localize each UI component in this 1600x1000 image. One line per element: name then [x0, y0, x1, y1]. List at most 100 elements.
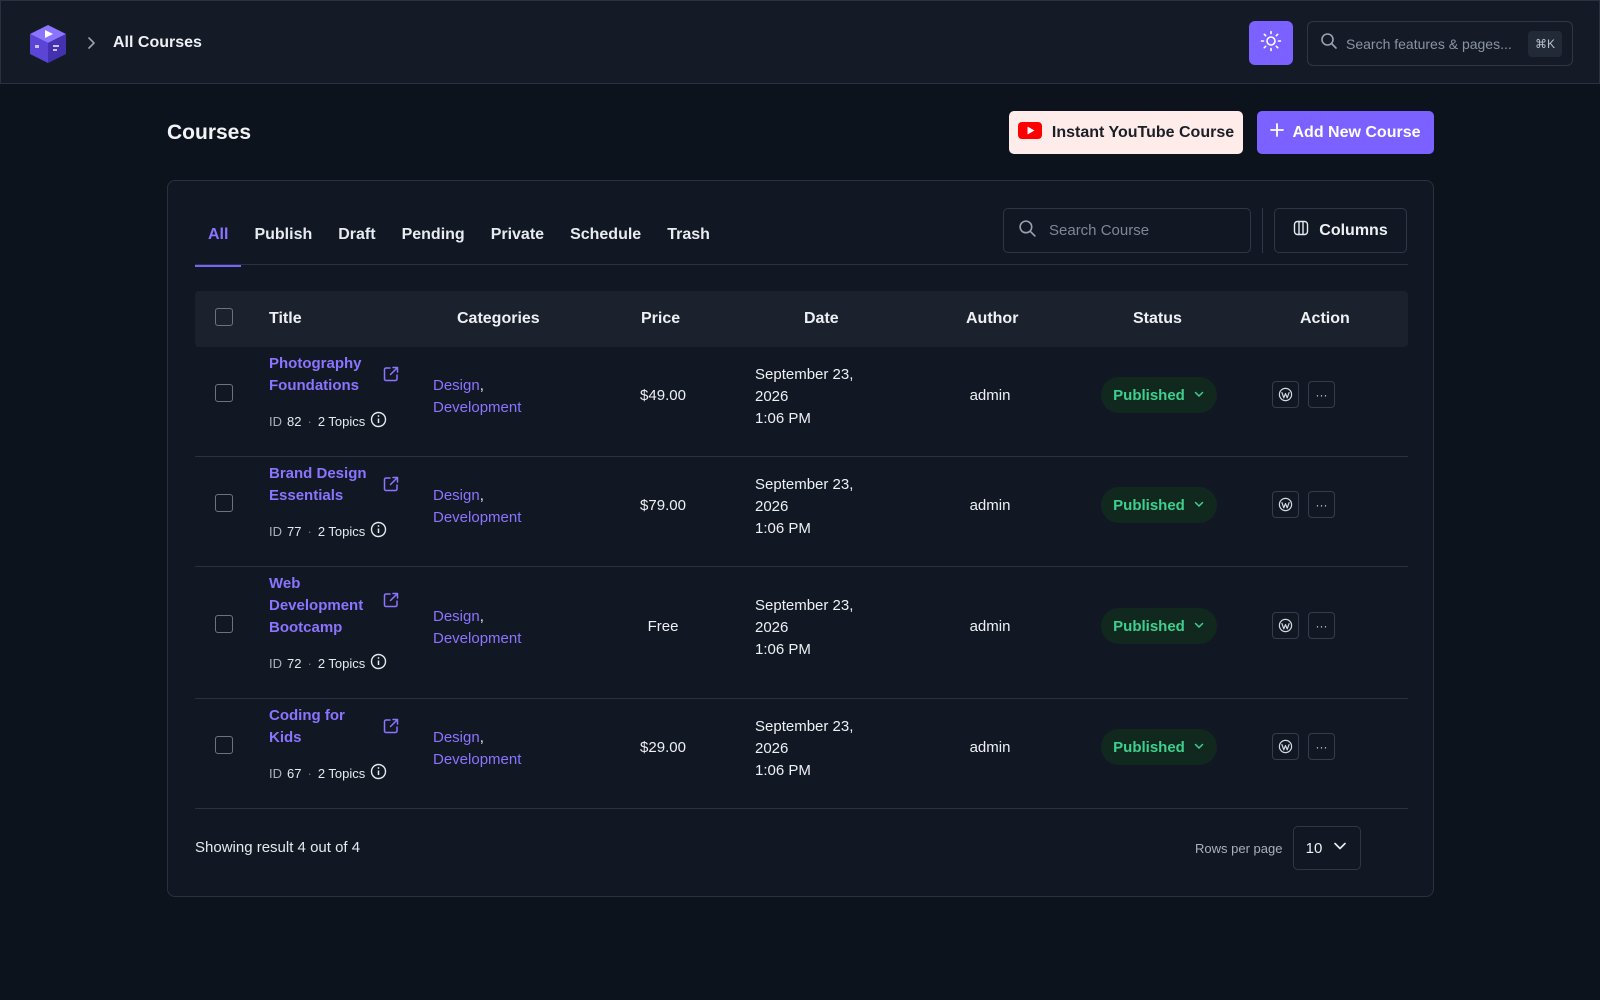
- date-line: September 23,: [755, 597, 854, 614]
- theme-toggle-button[interactable]: [1249, 21, 1293, 65]
- course-categories: Design, Development: [433, 377, 522, 416]
- meta-separator: ·: [307, 655, 312, 671]
- status-label: Published: [1113, 386, 1185, 404]
- more-options-button[interactable]: ···: [1308, 491, 1335, 518]
- status-label: Published: [1113, 617, 1185, 635]
- course-title-line: Bootcamp: [269, 619, 343, 636]
- info-icon[interactable]: [370, 411, 387, 431]
- category-link[interactable]: Development: [433, 509, 521, 526]
- external-link-icon[interactable]: [382, 365, 400, 383]
- date-line: 1:06 PM: [755, 762, 811, 779]
- search-icon: [1018, 219, 1037, 243]
- course-title-line: Brand Design: [269, 465, 367, 482]
- rows-per-page-select[interactable]: 10: [1293, 826, 1361, 870]
- date-line: September 23,: [755, 718, 854, 735]
- row-checkbox[interactable]: [215, 615, 233, 633]
- course-categories: Design, Development: [433, 729, 522, 768]
- course-author: admin: [969, 497, 1011, 514]
- status-label: Published: [1113, 738, 1185, 756]
- chevron-down-icon: [1332, 838, 1348, 858]
- course-title-link[interactable]: Brand Design Essentials: [269, 463, 379, 507]
- wordpress-icon[interactable]: [1272, 612, 1299, 639]
- course-price: $79.00: [640, 497, 686, 514]
- id-label: ID: [269, 523, 282, 539]
- wordpress-icon[interactable]: [1272, 491, 1299, 518]
- course-author: admin: [969, 739, 1011, 756]
- external-link-icon[interactable]: [382, 717, 400, 735]
- date-line: September 23,: [755, 366, 854, 383]
- course-title-line: Development: [269, 597, 364, 614]
- courses-card: All Publish Draft Pending Private Schedu…: [167, 180, 1434, 897]
- info-icon[interactable]: [370, 521, 387, 541]
- meta-separator: ·: [307, 413, 312, 429]
- sun-icon: [1260, 30, 1282, 57]
- category-link[interactable]: Design: [433, 487, 480, 504]
- course-search-placeholder: Search Course: [1049, 222, 1150, 239]
- course-id: 72: [287, 655, 302, 671]
- row-checkbox[interactable]: [215, 494, 233, 512]
- external-link-icon[interactable]: [382, 475, 400, 493]
- global-search-input[interactable]: Search features & pages... ⌘K: [1307, 21, 1573, 66]
- course-title-link[interactable]: Web Development Bootcamp: [269, 573, 379, 639]
- header-date[interactable]: Date: [804, 310, 839, 328]
- table-row: Web Development Bootcamp ID 72 · 2 Topic…: [195, 567, 1408, 699]
- date-line: 1:06 PM: [755, 641, 811, 658]
- add-new-course-button[interactable]: Add New Course: [1257, 111, 1434, 154]
- tab-private[interactable]: Private: [478, 225, 557, 265]
- instant-youtube-course-button[interactable]: Instant YouTube Course: [1009, 111, 1243, 154]
- status-dropdown[interactable]: Published: [1101, 487, 1217, 523]
- row-checkbox[interactable]: [215, 384, 233, 402]
- course-title-link[interactable]: Coding for Kids: [269, 705, 379, 749]
- more-options-button[interactable]: ···: [1308, 733, 1335, 760]
- header-title[interactable]: Title: [269, 310, 302, 328]
- category-link[interactable]: Design: [433, 608, 480, 625]
- course-categories: Design, Development: [433, 487, 522, 526]
- tab-trash[interactable]: Trash: [654, 225, 723, 265]
- tab-pending[interactable]: Pending: [389, 225, 478, 265]
- top-bar: All Courses Search features & pages... ⌘…: [0, 0, 1600, 84]
- category-link[interactable]: Development: [433, 630, 521, 647]
- topics-count: 2 Topics: [317, 655, 366, 671]
- app-logo-icon[interactable]: [27, 23, 69, 65]
- table-header: Title Categories Price Date Author Statu…: [195, 291, 1408, 347]
- wordpress-icon[interactable]: [1272, 733, 1299, 760]
- course-title-line: Kids: [269, 729, 302, 746]
- category-link[interactable]: Development: [433, 751, 521, 768]
- topics-count: 2 Topics: [317, 413, 366, 429]
- tab-all[interactable]: All: [195, 225, 242, 267]
- id-label: ID: [269, 655, 282, 671]
- header-price[interactable]: Price: [641, 310, 680, 328]
- results-summary: Showing result 4 out of 4: [195, 839, 361, 856]
- status-dropdown[interactable]: Published: [1101, 608, 1217, 644]
- wordpress-icon[interactable]: [1272, 381, 1299, 408]
- date-line: 2026: [755, 498, 789, 515]
- course-author: admin: [969, 618, 1011, 635]
- add-new-course-label: Add New Course: [1292, 123, 1421, 141]
- category-link[interactable]: Development: [433, 399, 521, 416]
- row-checkbox[interactable]: [215, 736, 233, 754]
- columns-button[interactable]: Columns: [1274, 208, 1407, 253]
- course-search-input[interactable]: Search Course: [1003, 208, 1251, 253]
- info-icon[interactable]: [370, 653, 387, 673]
- more-options-button[interactable]: ···: [1308, 612, 1335, 639]
- status-dropdown[interactable]: Published: [1101, 377, 1217, 413]
- course-title-link[interactable]: Photography Foundations: [269, 353, 379, 397]
- search-shortcut-badge: ⌘K: [1527, 31, 1562, 57]
- tab-draft[interactable]: Draft: [325, 225, 388, 265]
- status-dropdown[interactable]: Published: [1101, 729, 1217, 765]
- select-all-checkbox[interactable]: [215, 308, 233, 326]
- more-icon: ···: [1315, 387, 1328, 402]
- category-link[interactable]: Design: [433, 729, 480, 746]
- date-line: 1:06 PM: [755, 520, 811, 537]
- course-meta: ID 67 · 2 Topics: [269, 763, 387, 783]
- category-link[interactable]: Design: [433, 377, 480, 394]
- tab-schedule[interactable]: Schedule: [557, 225, 654, 265]
- chevron-down-icon: [1193, 618, 1205, 635]
- external-link-icon[interactable]: [382, 591, 400, 609]
- breadcrumb-current: All Courses: [113, 34, 202, 51]
- tab-publish[interactable]: Publish: [241, 225, 325, 265]
- info-icon[interactable]: [370, 763, 387, 783]
- header-status: Status: [1133, 310, 1182, 327]
- more-options-button[interactable]: ···: [1308, 381, 1335, 408]
- course-title-line: Essentials: [269, 487, 344, 504]
